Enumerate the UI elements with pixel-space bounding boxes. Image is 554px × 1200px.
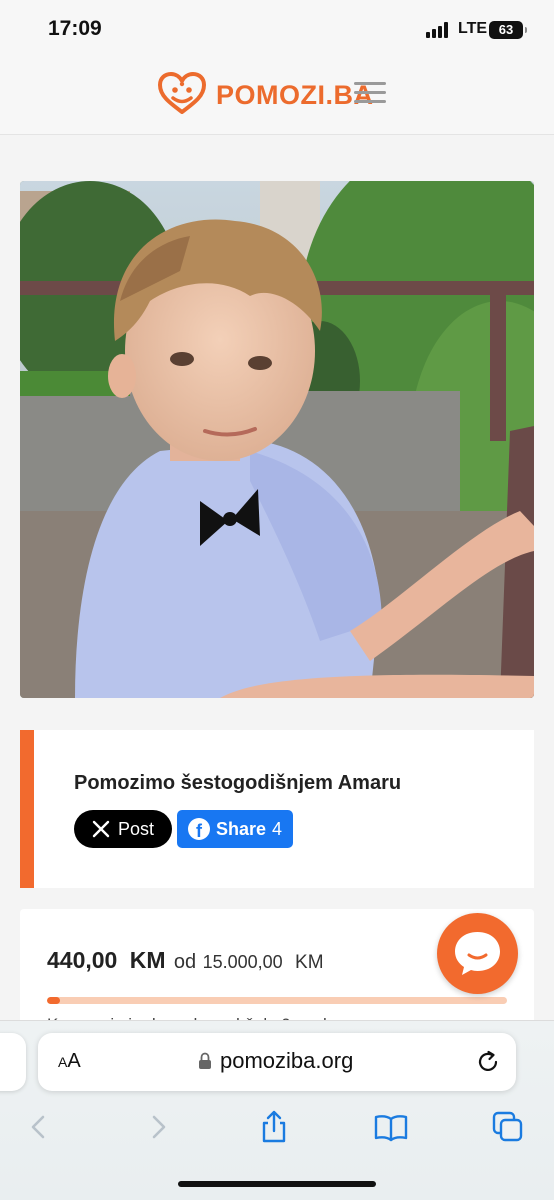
status-bar: 17:09 LTE 63 [0,0,554,56]
share-label: Share [215,818,266,839]
amount-currency: KM [129,947,166,973]
bookmarks-icon[interactable] [373,1109,409,1145]
heart-face-icon[interactable] [156,70,208,116]
campaign-photo [20,181,534,698]
share-count: 4 [272,818,283,839]
url-text: pomoziba.org [220,1048,354,1073]
campaign-title: Pomozimo šestogodišnjem Amaru [74,772,402,794]
tabs-icon[interactable] [490,1109,526,1145]
home-indicator [178,1181,376,1187]
back-icon[interactable] [21,1109,57,1145]
amount-goal-currency: KM [295,952,324,973]
hamburger-icon[interactable] [354,82,386,104]
cellular-signal-icon [426,22,452,38]
amount-raised: 440,00 [47,947,118,973]
status-time: 17:09 [48,17,102,40]
reload-icon[interactable] [475,1049,501,1075]
post-label: Post [117,818,155,839]
chat-bubble-icon [455,932,500,975]
previous-tab-preview[interactable] [0,1033,26,1091]
x-logo-icon [92,820,110,838]
donation-progress-fill [47,997,61,1004]
battery-icon: 63 [489,21,527,39]
url-display[interactable]: pomoziba.org [198,1048,353,1074]
facebook-icon: f [187,818,210,840]
forward-icon[interactable] [140,1109,176,1145]
network-type: LTE [458,20,488,37]
browser-bottom-bar: AA pomoziba.org [0,1020,554,1200]
amount-goal: 15.000,00 [202,952,283,972]
amount-of-label: od [173,951,197,973]
text-size-button[interactable]: AA [58,1050,81,1073]
address-bar[interactable]: AA pomoziba.org [38,1033,516,1091]
lock-icon [199,1052,211,1069]
donation-progress-bar [47,997,507,1004]
facebook-share-button[interactable]: f Share 4 [177,810,293,848]
site-header: POMOZI.BA [0,56,554,135]
campaign-title-card: Pomozimo šestogodišnjem Amaru Post f Sha… [20,730,534,888]
chat-button[interactable] [437,913,518,994]
share-icon[interactable] [256,1109,292,1145]
site-logo-text[interactable]: POMOZI.BA [216,80,374,111]
post-on-x-button[interactable]: Post [74,810,172,848]
campaign-photo-image [20,181,534,698]
amount-summary: 440,00 KM od 15.000,00 KM [47,947,324,974]
